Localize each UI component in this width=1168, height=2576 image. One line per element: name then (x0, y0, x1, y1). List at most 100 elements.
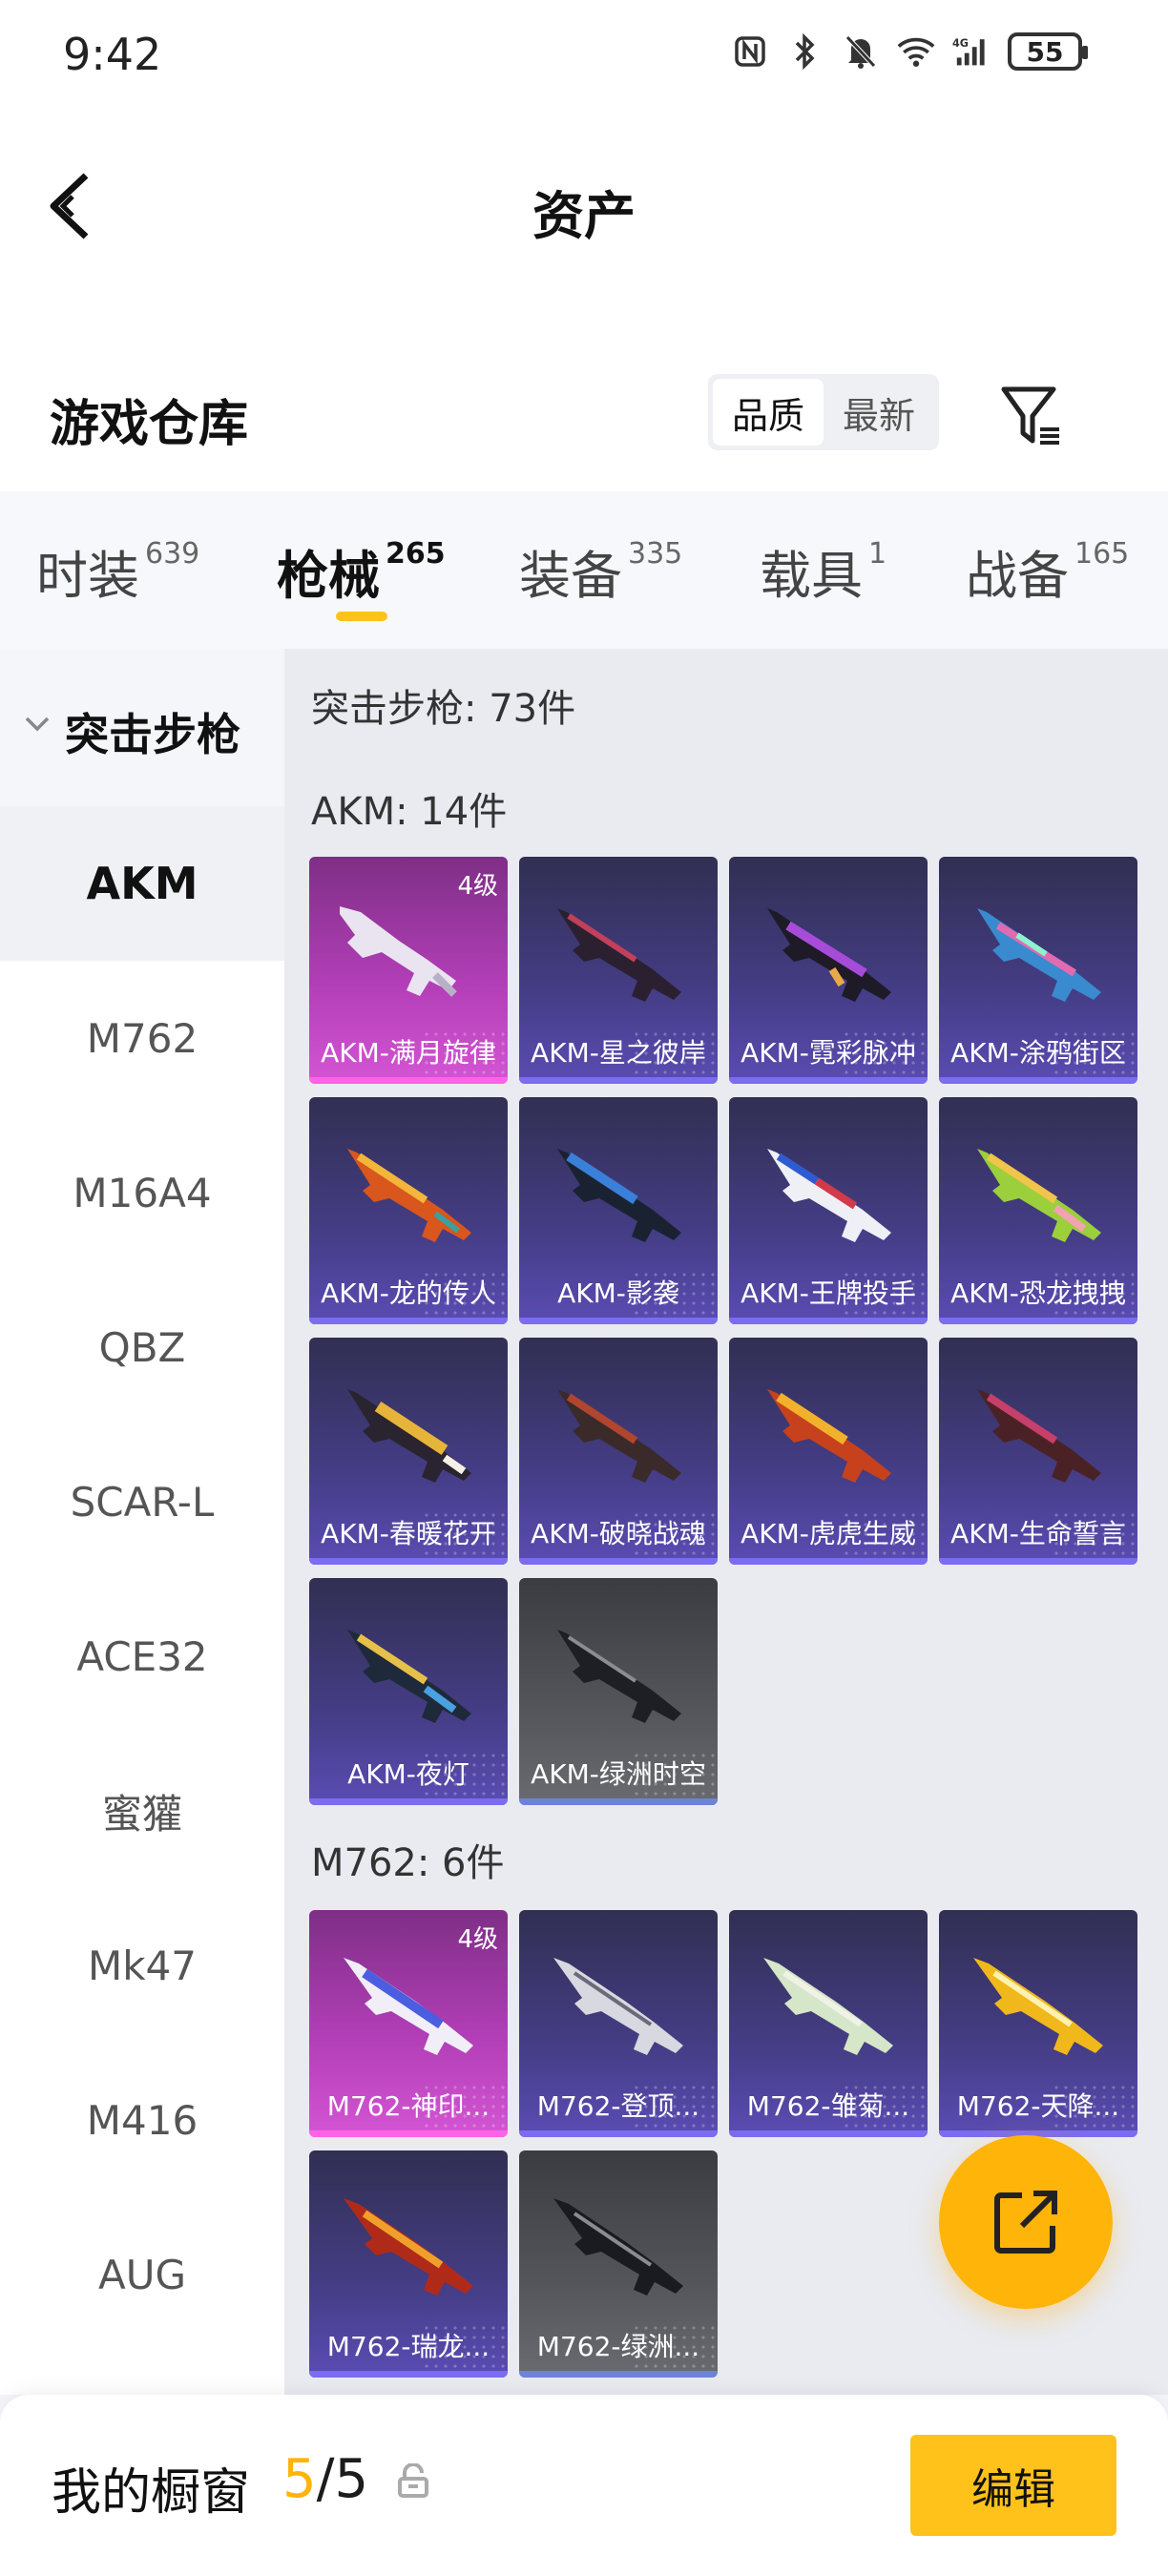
skin-name: AKM-夜灯 (347, 1758, 469, 1790)
rifle-icon (767, 1389, 891, 1483)
section-header-m762: M762: 6件 (311, 1841, 505, 1885)
skin-card[interactable]: AKM-龙的传人 (309, 1097, 508, 1324)
external-link-icon (994, 2191, 1057, 2254)
rarity-bar (729, 1558, 928, 1565)
section-header-akm: AKM: 14件 (311, 790, 508, 834)
tab-equipment[interactable]: 装备 335 (519, 533, 682, 609)
sort-by-quality[interactable]: 品质 (713, 379, 824, 446)
rifle-icon (977, 1149, 1101, 1242)
skin-card[interactable]: M762-瑞龙... (309, 2150, 508, 2378)
battery-indicator: 55 (1008, 32, 1088, 71)
sidebar-item-qbz[interactable]: QBZ (0, 1270, 284, 1424)
skin-card[interactable]: M762-雏菊... (729, 1910, 928, 2137)
skin-card[interactable]: 4级 M762-神印... (309, 1910, 508, 2137)
skin-card[interactable]: AKM-王牌投手 (729, 1097, 928, 1324)
rarity-bar (309, 1318, 508, 1324)
sort-toggle: 品质 最新 (708, 374, 939, 450)
edit-button[interactable]: 编辑 (910, 2435, 1116, 2536)
repo-header: 游戏仓库 品质 最新 (0, 296, 1168, 491)
tab-label: 装备 (519, 546, 622, 606)
category-tabs: 时装 639 枪械 265 装备 335 载具 1 战备 165 (0, 491, 1168, 649)
tab-label: 载具 (760, 546, 863, 606)
mute-bell-icon (842, 32, 880, 71)
skin-name: AKM-绿洲时空 (531, 1758, 706, 1790)
skin-name: M762-天降... (956, 2090, 1120, 2122)
skin-card[interactable]: M762-登顶... (519, 1910, 718, 2137)
skin-name: AKM-星之彼岸 (531, 1037, 706, 1069)
share-button[interactable] (939, 2135, 1113, 2309)
rarity-bar (309, 2130, 508, 2137)
skin-card[interactable]: AKM-恐龙拽拽 (939, 1097, 1137, 1324)
skin-card[interactable]: AKM-星之彼岸 (519, 857, 718, 1084)
skin-card[interactable]: AKM-破晓战魂 (519, 1338, 718, 1565)
skin-card[interactable]: AKM-涂鸦街区 (939, 857, 1137, 1084)
skin-name: AKM-王牌投手 (740, 1278, 916, 1309)
sort-by-newest[interactable]: 最新 (824, 379, 934, 446)
rifle-icon (763, 1958, 893, 2055)
rarity-bar (519, 1798, 718, 1805)
showcase-count: 5/5 (282, 2448, 368, 2510)
skin-card[interactable]: AKM-生命誓言 (939, 1338, 1137, 1565)
rifle-icon (767, 908, 891, 1002)
sidebar-item-akm[interactable]: AKM (0, 806, 284, 961)
skin-card[interactable]: AKM-春暖花开 (309, 1338, 508, 1565)
rarity-bar (519, 1318, 718, 1324)
rarity-bar (519, 2130, 718, 2137)
skin-card[interactable]: AKM-绿洲时空 (519, 1578, 718, 1805)
rifle-icon (344, 2198, 473, 2296)
tab-count: 165 (1074, 537, 1130, 571)
signal-4g-icon: 4G (952, 32, 991, 71)
rifle-icon (347, 1389, 471, 1483)
skin-card[interactable]: AKM-夜灯 (309, 1578, 508, 1805)
rifle-icon (767, 1149, 891, 1242)
tab-supplies[interactable]: 战备 165 (966, 533, 1129, 609)
sidebar-item-ace32[interactable]: ACE32 (0, 1579, 284, 1734)
filter-icon (1001, 386, 1059, 445)
sidebar-item-honey-badger[interactable]: 蜜獾 (0, 1734, 284, 1888)
sidebar-item-scar-l[interactable]: SCAR-L (0, 1424, 284, 1579)
sidebar-item-m416[interactable]: M416 (0, 2043, 284, 2197)
skin-card[interactable]: AKM-影袭 (519, 1097, 718, 1324)
inventory-content: 突击步枪: 73件 AKM: 14件 4级 AKM-满月旋律 AKM-星之彼岸 … (284, 649, 1168, 2395)
filter-button[interactable] (998, 382, 1065, 448)
tab-fashion[interactable]: 时装 639 (36, 533, 199, 609)
bluetooth-icon (786, 32, 824, 71)
skin-name: AKM-龙的传人 (321, 1278, 496, 1309)
sidebar-item-m762[interactable]: M762 (0, 961, 284, 1115)
svg-text:4G: 4G (952, 37, 969, 50)
skin-card[interactable]: 4级 AKM-满月旋律 (309, 857, 508, 1084)
nfc-icon (731, 32, 769, 71)
sidebar-item-mk47[interactable]: Mk47 (0, 1888, 284, 2043)
wifi-icon (897, 32, 935, 71)
skin-card[interactable]: M762-天降... (939, 1910, 1137, 2137)
skin-card[interactable]: M762-绿洲... (519, 2150, 718, 2378)
rarity-bar (309, 1798, 508, 1805)
rifle-icon (973, 1958, 1103, 2055)
skin-card[interactable]: AKM-霓彩脉冲 (729, 857, 928, 1084)
skin-name: AKM-恐龙拽拽 (950, 1278, 1126, 1309)
sidebar-group-assault-rifles[interactable]: 突击步枪 (0, 649, 284, 806)
rarity-bar (939, 1318, 1137, 1324)
tab-vehicles[interactable]: 载具 1 (760, 533, 886, 609)
skin-name: M762-瑞龙... (326, 2331, 490, 2362)
skin-name: M762-绿洲... (536, 2331, 700, 2362)
skin-card[interactable]: AKM-虎虎生威 (729, 1338, 928, 1565)
showcase-current: 5 (282, 2448, 317, 2510)
rarity-bar (939, 1558, 1137, 1565)
weapon-sidebar: 突击步枪 AKM M762 M16A4 QBZ SCAR-L ACE32 蜜獾 … (0, 649, 284, 2395)
sidebar-item-aug[interactable]: AUG (0, 2197, 284, 2352)
active-tab-indicator (336, 612, 387, 621)
lock-icon (398, 2463, 428, 2498)
rarity-bar (729, 2130, 928, 2137)
rifle-icon (340, 906, 457, 997)
rarity-bar (729, 1077, 928, 1084)
chevron-down-icon (25, 717, 50, 732)
rifle-icon (557, 908, 681, 1002)
showcase-label: 我的橱窗 (52, 2464, 251, 2522)
tab-count: 1 (868, 537, 887, 571)
tab-count: 265 (386, 537, 446, 571)
sidebar-item-m16a4[interactable]: M16A4 (0, 1115, 284, 1270)
skin-name: M762-神印... (326, 2090, 490, 2122)
tab-firearms[interactable]: 枪械 265 (277, 533, 446, 609)
rarity-bar (519, 1077, 718, 1084)
